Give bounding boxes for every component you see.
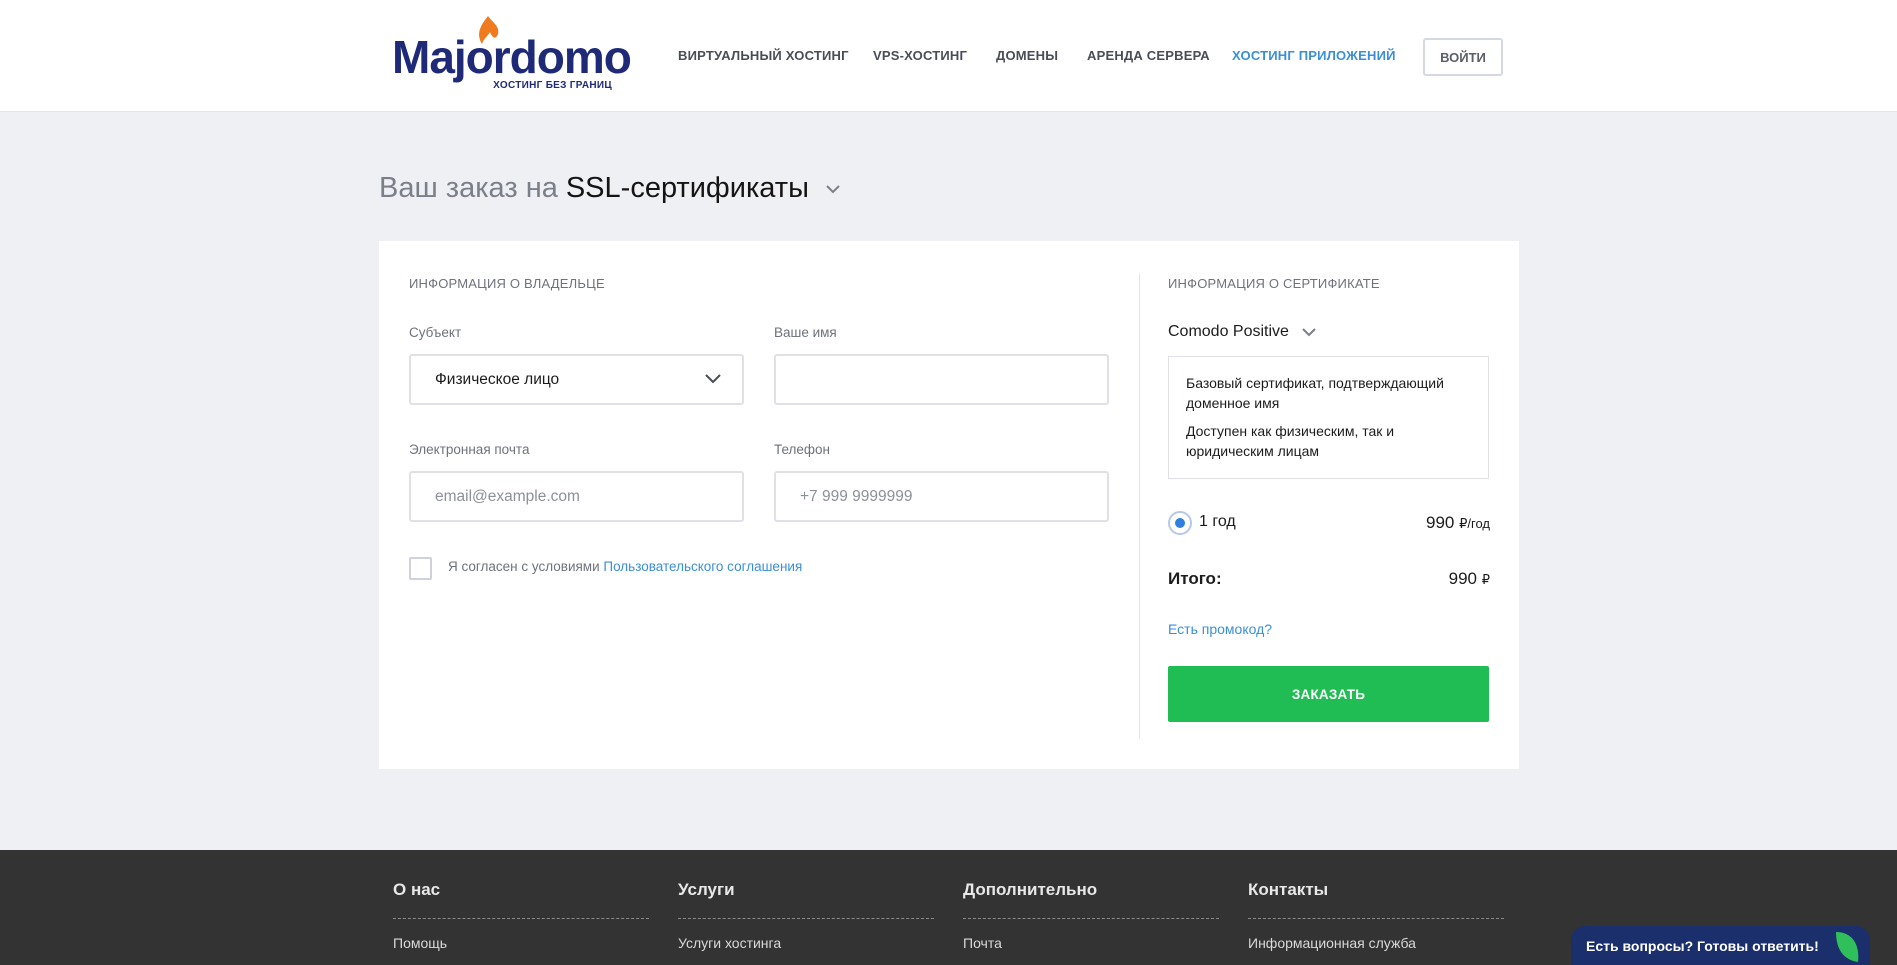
footer-link[interactable]: Почта xyxy=(963,935,1219,951)
footer-column-contacts: Контакты Информационная служба xyxy=(1248,880,1504,951)
agree-text: Я согласен с условиями Пользовательского… xyxy=(448,559,802,574)
majordomo-logo[interactable]: Majordomo ХОСТИНГ БЕЗ ГРАНИЦ xyxy=(392,14,632,94)
total-amount: 990 xyxy=(1448,569,1477,588)
total-label: Итого: xyxy=(1168,569,1222,588)
term-radio[interactable] xyxy=(1168,511,1192,535)
footer-column-title: Услуги xyxy=(678,880,934,919)
phone-label: Телефон xyxy=(774,442,831,457)
certificate-select[interactable]: Comodo Positive xyxy=(1168,323,1317,341)
footer-column-extra: Дополнительно Почта xyxy=(963,880,1219,951)
agree-label: Я согласен с условиями xyxy=(448,559,604,574)
email-input[interactable]: email@example.com xyxy=(409,471,744,522)
site-header: Majordomo ХОСТИНГ БЕЗ ГРАНИЦ ВИРТУАЛЬНЫЙ… xyxy=(0,0,1897,112)
name-input[interactable] xyxy=(774,354,1109,405)
certificate-desc-line: Базовый сертификат, подтверждающий домен… xyxy=(1186,375,1444,411)
nav-vps-hosting[interactable]: VPS-ХОСТИНГ xyxy=(873,48,967,63)
agree-checkbox[interactable] xyxy=(409,557,432,580)
footer-column-title: Контакты xyxy=(1248,880,1504,919)
page-title-product: SSL-сертификаты xyxy=(565,172,809,204)
login-button[interactable]: ВОЙТИ xyxy=(1423,38,1503,76)
chevron-down-icon xyxy=(826,184,840,193)
footer-column-title: Дополнительно xyxy=(963,880,1219,919)
subject-value: Физическое лицо xyxy=(435,370,560,388)
footer-link[interactable]: Информационная служба xyxy=(1248,935,1504,951)
term-label: 1 год xyxy=(1199,513,1236,530)
flame-icon xyxy=(479,16,499,44)
owner-heading: ИНФОРМАЦИЯ О ВЛАДЕЛЬЦЕ xyxy=(409,276,605,291)
user-agreement-link[interactable]: Пользовательского соглашения xyxy=(603,559,802,574)
card-divider xyxy=(1139,273,1140,739)
promo-code-link[interactable]: Есть промокод? xyxy=(1168,621,1272,637)
page-title-prefix: Ваш заказ на xyxy=(379,172,558,204)
chevron-down-icon xyxy=(1302,328,1316,337)
radio-dot xyxy=(1175,518,1185,528)
subject-label: Субъект xyxy=(409,325,462,340)
total-unit: ₽ xyxy=(1481,572,1490,587)
leaf-icon xyxy=(1836,932,1859,962)
email-label: Электронная почта xyxy=(409,442,530,457)
certificate-desc-line: Доступен как физическим, так и юридическ… xyxy=(1186,423,1395,459)
chat-label: Есть вопросы? Готовы ответить! xyxy=(1586,938,1819,954)
subject-select[interactable]: Физическое лицо xyxy=(409,354,744,405)
order-card: ИНФОРМАЦИЯ О ВЛАДЕЛЬЦЕ Субъект Физическо… xyxy=(379,241,1519,769)
nav-domains[interactable]: ДОМЕНЫ xyxy=(996,48,1058,63)
footer-link[interactable]: Помощь xyxy=(393,935,649,951)
chat-widget[interactable]: Есть вопросы? Готовы ответить! xyxy=(1571,926,1870,965)
footer-column-title: О нас xyxy=(393,880,649,919)
order-button[interactable]: ЗАКАЗАТЬ xyxy=(1168,666,1489,722)
footer-link[interactable]: Услуги хостинга xyxy=(678,935,934,951)
chevron-down-icon xyxy=(705,374,721,384)
nav-virtual-hosting[interactable]: ВИРТУАЛЬНЫЙ ХОСТИНГ xyxy=(678,48,849,63)
nav-server-rental[interactable]: АРЕНДА СЕРВЕРА xyxy=(1087,48,1210,63)
certificate-heading: ИНФОРМАЦИЯ О СЕРТИФИКАТЕ xyxy=(1168,276,1380,291)
nav-app-hosting[interactable]: ХОСТИНГ ПРИЛОЖЕНИЙ xyxy=(1232,48,1396,63)
footer-column-about: О нас Помощь xyxy=(393,880,649,951)
certificate-description: Базовый сертификат, подтверждающий домен… xyxy=(1168,356,1489,479)
logo-tagline: ХОСТИНГ БЕЗ ГРАНИЦ xyxy=(493,80,612,91)
logo-wordmark: Majordomo xyxy=(392,31,632,83)
price-unit: ₽/год xyxy=(1459,516,1490,531)
term-price: 990 ₽/год xyxy=(1426,513,1490,533)
total-value: 990 ₽ xyxy=(1449,569,1490,589)
footer-column-services: Услуги Услуги хостинга xyxy=(678,880,934,951)
page-title[interactable]: Ваш заказ на SSL-сертификаты xyxy=(379,172,841,205)
phone-input[interactable]: +7 999 9999999 xyxy=(774,471,1109,522)
name-label: Ваше имя xyxy=(774,325,837,340)
certificate-name: Comodo Positive xyxy=(1168,323,1289,340)
price-value: 990 xyxy=(1426,513,1455,532)
